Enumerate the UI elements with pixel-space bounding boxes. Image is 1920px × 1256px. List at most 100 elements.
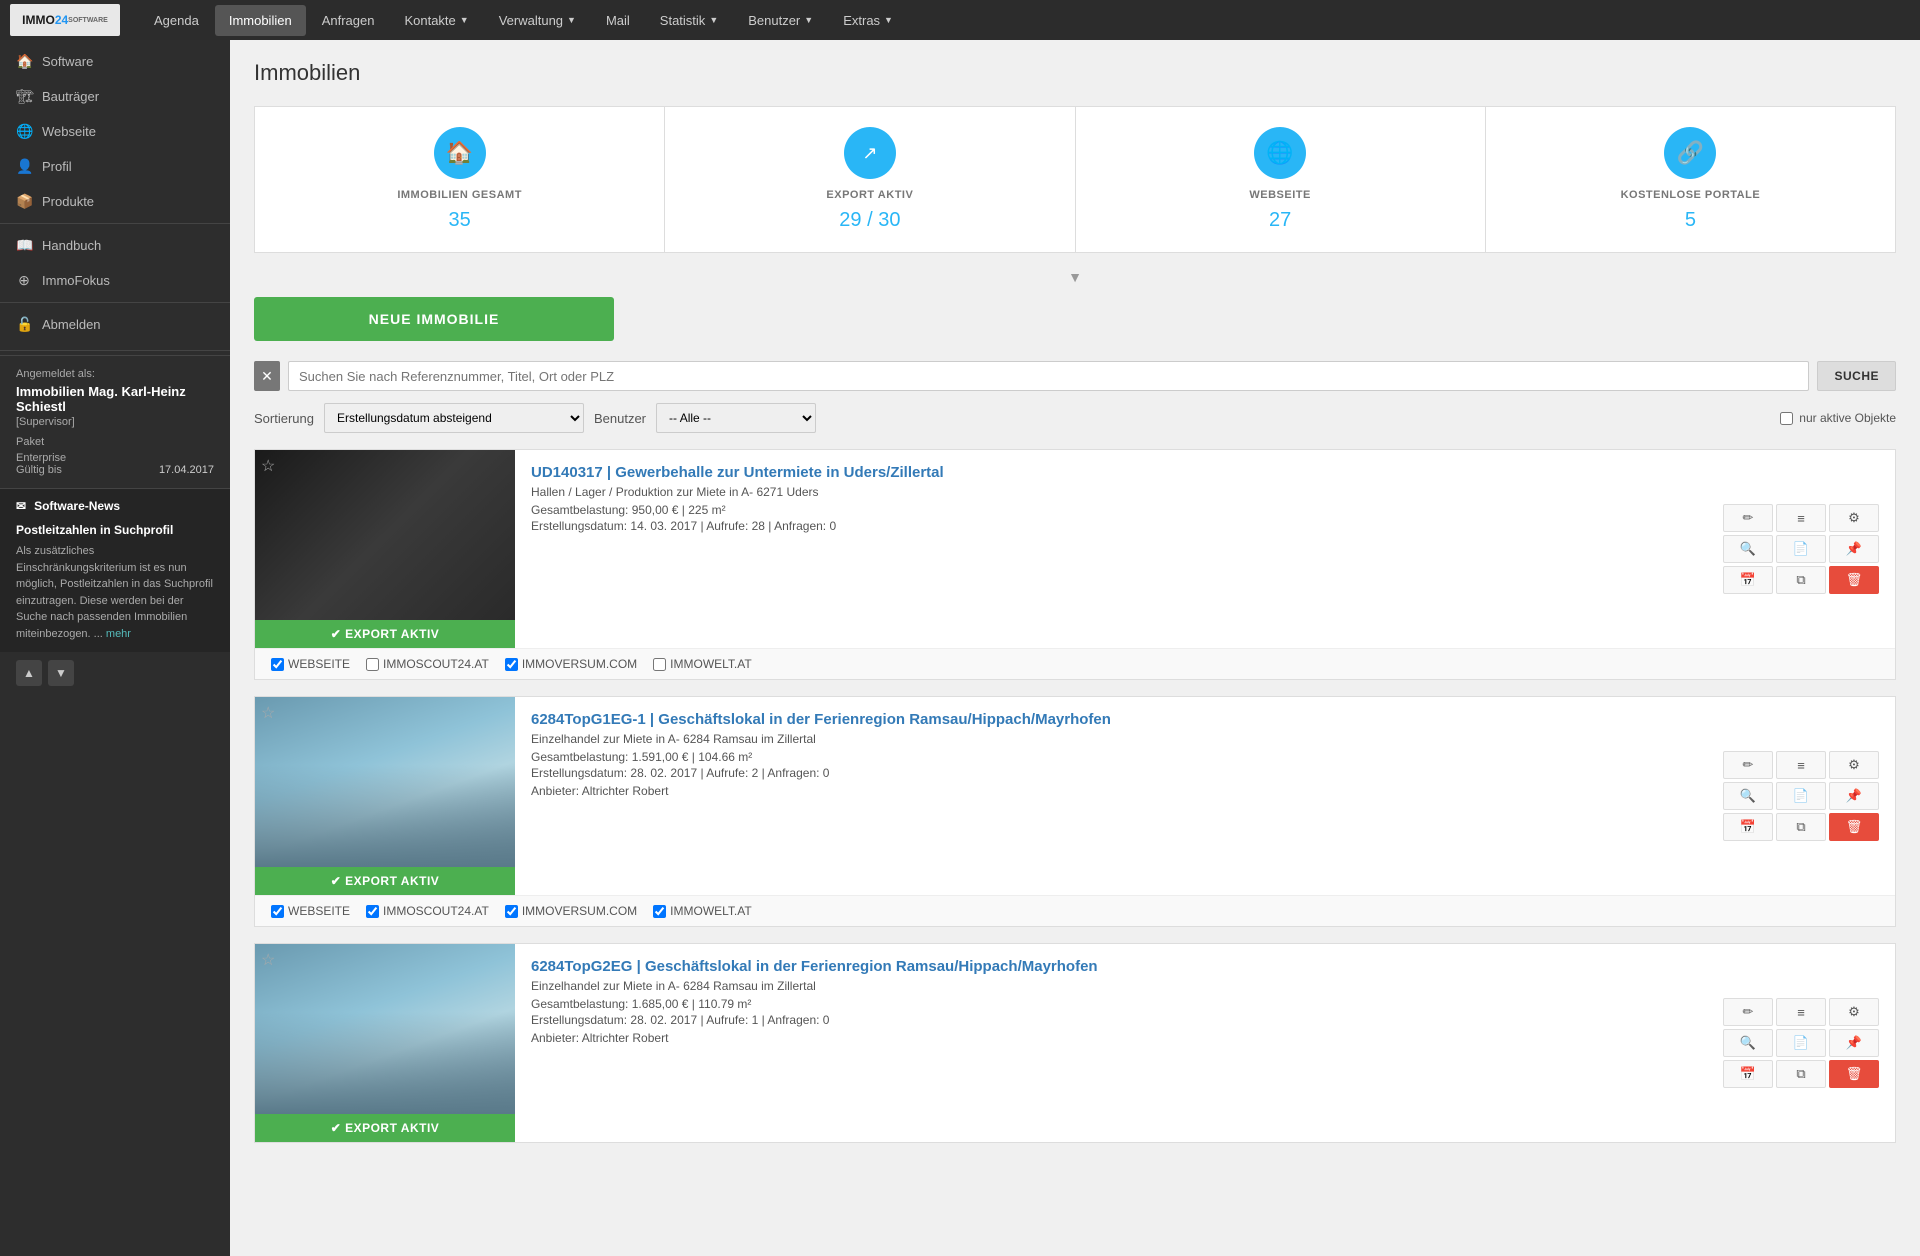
search-button-1[interactable]: 🔍 [1723,782,1773,810]
nav-immobilien[interactable]: Immobilien [215,5,306,36]
arrow-up-button[interactable]: ▲ [16,660,42,686]
export-aktiv-bar-1[interactable]: EXPORT AKTIV [255,867,515,895]
delete-button-0[interactable]: 🗑 [1829,566,1879,594]
nur-aktive-checkbox[interactable] [1780,412,1793,425]
portal-webseite-0: WEBSEITE [271,657,350,671]
prop-actions-row-2-2: 🔍 📄 📌 [1723,1029,1887,1057]
main-layout: 🏠 Software 🏗 Bauträger 🌐 Webseite 👤 Prof… [0,40,1920,1256]
prop-title-0[interactable]: UD140317 | Gewerbehalle zur Untermiete i… [531,464,1699,481]
settings-button-0[interactable]: ⚙ [1829,504,1879,532]
copy-button-1[interactable]: ⧉ [1776,813,1826,841]
settings-button-1[interactable]: ⚙ [1829,751,1879,779]
doc-button-0[interactable]: 📄 [1776,535,1826,563]
search-input[interactable] [288,361,1809,391]
prop-actions-row-1-2: 🔍 📄 📌 [1723,782,1887,810]
nav-benutzer[interactable]: Benutzer ▼ [734,5,827,36]
pin-button-1[interactable]: 📌 [1829,782,1879,810]
prop-actions-row-0-2: 🔍 📄 📌 [1723,535,1887,563]
collapse-stats[interactable]: ▼ [254,269,1896,285]
prop-star-0[interactable]: ☆ [261,456,275,476]
portal-immoscout-check-0[interactable] [366,658,379,671]
nav-verwaltung[interactable]: Verwaltung ▼ [485,5,590,36]
copy-button-0[interactable]: ⧉ [1776,566,1826,594]
edit-button-1[interactable]: ✏ [1723,751,1773,779]
gueltig-row: Gültig bis 17.04.2017 [16,464,214,476]
stat-label-3: KOSTENLOSE PORTALE [1621,189,1761,201]
portal-immoversum-check-1[interactable] [505,905,518,918]
list-button-2[interactable]: ≡ [1776,998,1826,1026]
sidebar-item-abmelden[interactable]: 🔓 Abmelden [0,307,230,342]
prop-title-2[interactable]: 6284TopG2EG | Geschäftslokal in der Feri… [531,958,1699,975]
nav-extras[interactable]: Extras ▼ [829,5,907,36]
portals-row-0: WEBSEITE IMMOSCOUT24.AT IMMOVERSUM.COM I… [255,648,1895,679]
benutzer-select[interactable]: -- Alle -- [656,403,816,433]
sidebar-item-webseite[interactable]: 🌐 Webseite [0,114,230,149]
sidebar-item-immofokus[interactable]: ⊕ ImmoFokus [0,263,230,298]
calendar-button-2[interactable]: 📅 [1723,1060,1773,1088]
portal-webseite-check-1[interactable] [271,905,284,918]
arrow-down-button[interactable]: ▼ [48,660,74,686]
stat-icon-export: ↗ [844,127,896,179]
edit-button-2[interactable]: ✏ [1723,998,1773,1026]
copy-button-2[interactable]: ⧉ [1776,1060,1826,1088]
search-row: ✕ SUCHE [254,361,1896,391]
sidebar: 🏠 Software 🏗 Bauträger 🌐 Webseite 👤 Prof… [0,40,230,1256]
benutzer-label: Benutzer [594,411,646,426]
prop-anbieter-1: Anbieter: Altrichter Robert [531,784,1699,798]
property-card-2: ☆ EXPORT AKTIV 6284TopG2EG | Geschäftslo… [254,943,1896,1143]
search-button[interactable]: SUCHE [1817,361,1896,391]
list-button-0[interactable]: ≡ [1776,504,1826,532]
prop-star-1[interactable]: ☆ [261,703,275,723]
calendar-button-1[interactable]: 📅 [1723,813,1773,841]
logo[interactable]: IMMO24 SOFTWARE [10,4,120,36]
sidebar-item-handbuch[interactable]: 📖 Handbuch [0,228,230,263]
doc-button-2[interactable]: 📄 [1776,1029,1826,1057]
portal-immowelt-check-1[interactable] [653,905,666,918]
sidebar-item-produkte[interactable]: 📦 Produkte [0,184,230,219]
search-clear-button[interactable]: ✕ [254,361,280,391]
stat-value-0: 35 [449,209,471,232]
nav-items: Agenda Immobilien Anfragen Kontakte ▼ Ve… [140,5,907,36]
prop-title-1[interactable]: 6284TopG1EG-1 | Geschäftslokal in der Fe… [531,711,1699,728]
prop-subtitle-1: Einzelhandel zur Miete in A- 6284 Ramsau… [531,732,1699,746]
sidebar-item-bautraeger[interactable]: 🏗 Bauträger [0,79,230,114]
pin-button-2[interactable]: 📌 [1829,1029,1879,1057]
portal-immoscout-check-1[interactable] [366,905,379,918]
doc-button-1[interactable]: 📄 [1776,782,1826,810]
pin-button-0[interactable]: 📌 [1829,535,1879,563]
portal-webseite-1: WEBSEITE [271,904,350,918]
settings-button-2[interactable]: ⚙ [1829,998,1879,1026]
portal-immowelt-check-0[interactable] [653,658,666,671]
edit-button-0[interactable]: ✏ [1723,504,1773,532]
search-button-0[interactable]: 🔍 [1723,535,1773,563]
nav-agenda[interactable]: Agenda [140,5,213,36]
stat-value-3: 5 [1685,209,1696,232]
filter-row: Sortierung Erstellungsdatum absteigend E… [254,403,1896,433]
nav-statistik[interactable]: Statistik ▼ [646,5,732,36]
prop-star-2[interactable]: ☆ [261,950,275,970]
portal-webseite-check-0[interactable] [271,658,284,671]
sidebar-item-profil[interactable]: 👤 Profil [0,149,230,184]
calendar-button-0[interactable]: 📅 [1723,566,1773,594]
nav-kontakte[interactable]: Kontakte ▼ [390,5,482,36]
delete-button-1[interactable]: 🗑 [1829,813,1879,841]
export-aktiv-bar-0[interactable]: EXPORT AKTIV [255,620,515,648]
paket-label: Paket [16,436,214,448]
mehr-link[interactable]: mehr [106,628,131,640]
delete-button-2[interactable]: 🗑 [1829,1060,1879,1088]
search-button-2[interactable]: 🔍 [1723,1029,1773,1057]
prop-subtitle-2: Einzelhandel zur Miete in A- 6284 Ramsau… [531,979,1699,993]
sortierung-select[interactable]: Erstellungsdatum absteigend Erstellungsd… [324,403,584,433]
software-news-title[interactable]: ✉ Software-News [16,499,214,513]
nur-aktive-row: nur aktive Objekte [1780,411,1896,425]
sidebar-item-software[interactable]: 🏠 Software [0,44,230,79]
nav-anfragen[interactable]: Anfragen [308,5,389,36]
prop-actions-row-2-1: ✏ ≡ ⚙ [1723,998,1887,1026]
nav-mail[interactable]: Mail [592,5,644,36]
export-aktiv-bar-2[interactable]: EXPORT AKTIV [255,1114,515,1142]
sortierung-label: Sortierung [254,411,314,426]
new-immobilie-button[interactable]: NEUE IMMOBILIE [254,297,614,341]
postleitzahlen-title: Postleitzahlen in Suchprofil [16,523,214,537]
portal-immoversum-check-0[interactable] [505,658,518,671]
list-button-1[interactable]: ≡ [1776,751,1826,779]
